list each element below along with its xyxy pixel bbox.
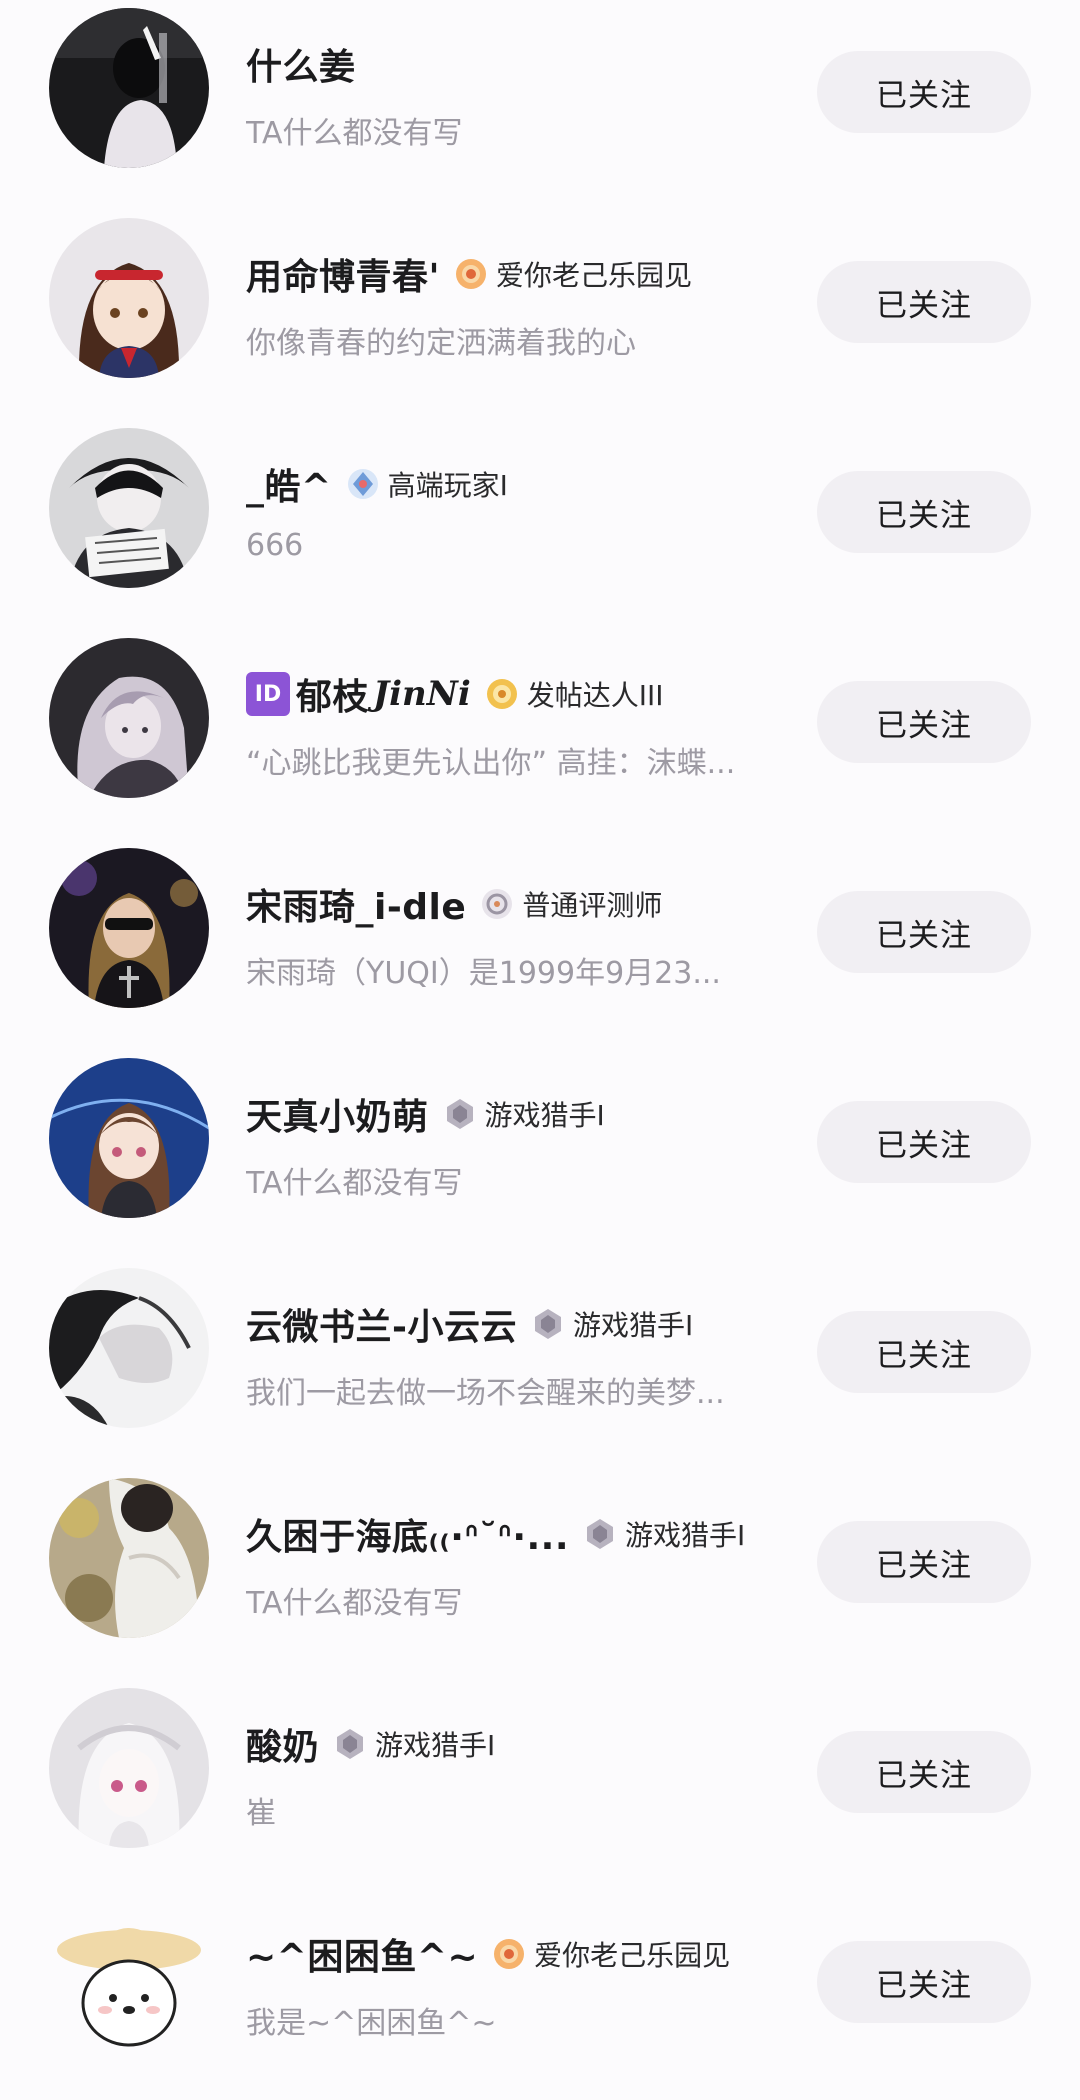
following-button[interactable]: 已关注 (817, 1311, 1031, 1393)
user-badge: 游戏猎手I (531, 1304, 693, 1344)
user-name: 什么姜 (246, 47, 356, 88)
user-row[interactable]: 云微书兰-小云云 游戏猎手I 我们一起去做一场不会醒来的美梦... 已关注 (0, 1260, 1080, 1470)
user-name: 天真小奶萌 (246, 1097, 429, 1138)
user-row[interactable]: 宋雨琦_i-dle 普通评测师 宋雨琦（YUQI）是1999年9月23... 已… (0, 840, 1080, 1050)
user-name: 宋雨琦_i-dle (246, 887, 467, 928)
user-bio: TA什么都没有写 (246, 1586, 463, 1621)
user-name: 用命博青春' (246, 257, 441, 298)
user-bio: 宋雨琦（YUQI）是1999年9月23... (246, 956, 721, 991)
following-button[interactable]: 已关注 (817, 1101, 1031, 1183)
user-bio: 我是~^困困鱼^~ (246, 2006, 497, 2041)
following-button[interactable]: 已关注 (817, 471, 1031, 553)
user-badge: 发帖达人III (485, 674, 664, 714)
avatar[interactable] (49, 1268, 209, 1428)
user-row[interactable]: ID 郁枝 JinNi 发帖达人III “心跳比我更先认出你” 高挂：沫蝶...… (0, 630, 1080, 840)
user-name: 云微书兰-小云云 (246, 1307, 517, 1348)
avatar[interactable] (49, 428, 209, 588)
user-row[interactable]: 酸奶 游戏猎手I 崔 已关注 (0, 1680, 1080, 1890)
following-button[interactable]: 已关注 (817, 1941, 1031, 2023)
avatar[interactable] (49, 1478, 209, 1638)
user-badge: 游戏猎手I (333, 1724, 495, 1764)
user-bio: 666 (246, 528, 304, 563)
following-button[interactable]: 已关注 (817, 261, 1031, 343)
id-icon: ID (246, 672, 290, 716)
avatar[interactable] (49, 8, 209, 168)
user-bio: TA什么都没有写 (246, 116, 463, 151)
user-badge: 高端玩家I (346, 464, 508, 504)
gray-gem-badge-icon (443, 1097, 477, 1131)
following-button[interactable]: 已关注 (817, 1521, 1031, 1603)
avatar[interactable] (49, 218, 209, 378)
gray-gem-badge-icon (531, 1307, 565, 1341)
gold-sun-badge-icon (485, 677, 519, 711)
user-name: _皓^ (246, 467, 332, 508)
user-row[interactable]: 天真小奶萌 游戏猎手I TA什么都没有写 已关注 (0, 1050, 1080, 1260)
user-row[interactable]: 久困于海底₍₍·ᐢ˘ᐢ·... 游戏猎手I TA什么都没有写 已关注 (0, 1470, 1080, 1680)
user-name: ~^困困鱼^~ (246, 1937, 479, 1978)
orange-sun-badge-icon (492, 1937, 526, 1971)
avatar[interactable] (49, 848, 209, 1008)
avatar[interactable] (49, 1688, 209, 1848)
user-bio: TA什么都没有写 (246, 1166, 463, 1201)
user-name-script: JinNi (373, 674, 471, 714)
following-button[interactable]: 已关注 (817, 51, 1031, 133)
user-badge: 游戏猎手I (443, 1094, 605, 1134)
gray-ring-badge-icon (480, 887, 514, 921)
user-row[interactable]: _皓^ 高端玩家I 666 已关注 (0, 420, 1080, 630)
user-badge: 普通评测师 (480, 884, 662, 924)
gray-gem-badge-icon (583, 1517, 617, 1551)
following-button[interactable]: 已关注 (817, 891, 1031, 973)
user-row[interactable]: ~^困困鱼^~ 爱你老己乐园见 我是~^困困鱼^~ 已关注 (0, 1890, 1080, 2100)
user-name: 久困于海底₍₍·ᐢ˘ᐢ·... (246, 1517, 570, 1558)
user-row[interactable]: 用命博青春' 爱你老己乐园见 你像青春的约定洒满着我的心 已关注 (0, 210, 1080, 420)
gray-gem-badge-icon (333, 1727, 367, 1761)
user-row[interactable]: 什么姜 TA什么都没有写 已关注 (0, 0, 1080, 210)
user-badge: 游戏猎手I (583, 1514, 745, 1554)
user-name: 酸奶 (246, 1727, 320, 1768)
following-button[interactable]: 已关注 (817, 681, 1031, 763)
user-bio: 崔 (246, 1796, 276, 1831)
avatar[interactable] (49, 1058, 209, 1218)
user-name: 郁枝 (296, 677, 370, 718)
user-bio: 你像青春的约定洒满着我的心 (246, 326, 636, 361)
blue-crystal-badge-icon (346, 467, 380, 501)
avatar[interactable] (49, 638, 209, 798)
user-bio: 我们一起去做一场不会醒来的美梦... (246, 1376, 725, 1411)
avatar[interactable] (49, 1898, 209, 2058)
user-badge: 爱你老己乐园见 (492, 1934, 730, 1974)
orange-sun-badge-icon (454, 257, 488, 291)
following-button[interactable]: 已关注 (817, 1731, 1031, 1813)
user-badge: 爱你老己乐园见 (454, 254, 692, 294)
user-bio: “心跳比我更先认出你” 高挂：沫蝶... (246, 746, 736, 781)
